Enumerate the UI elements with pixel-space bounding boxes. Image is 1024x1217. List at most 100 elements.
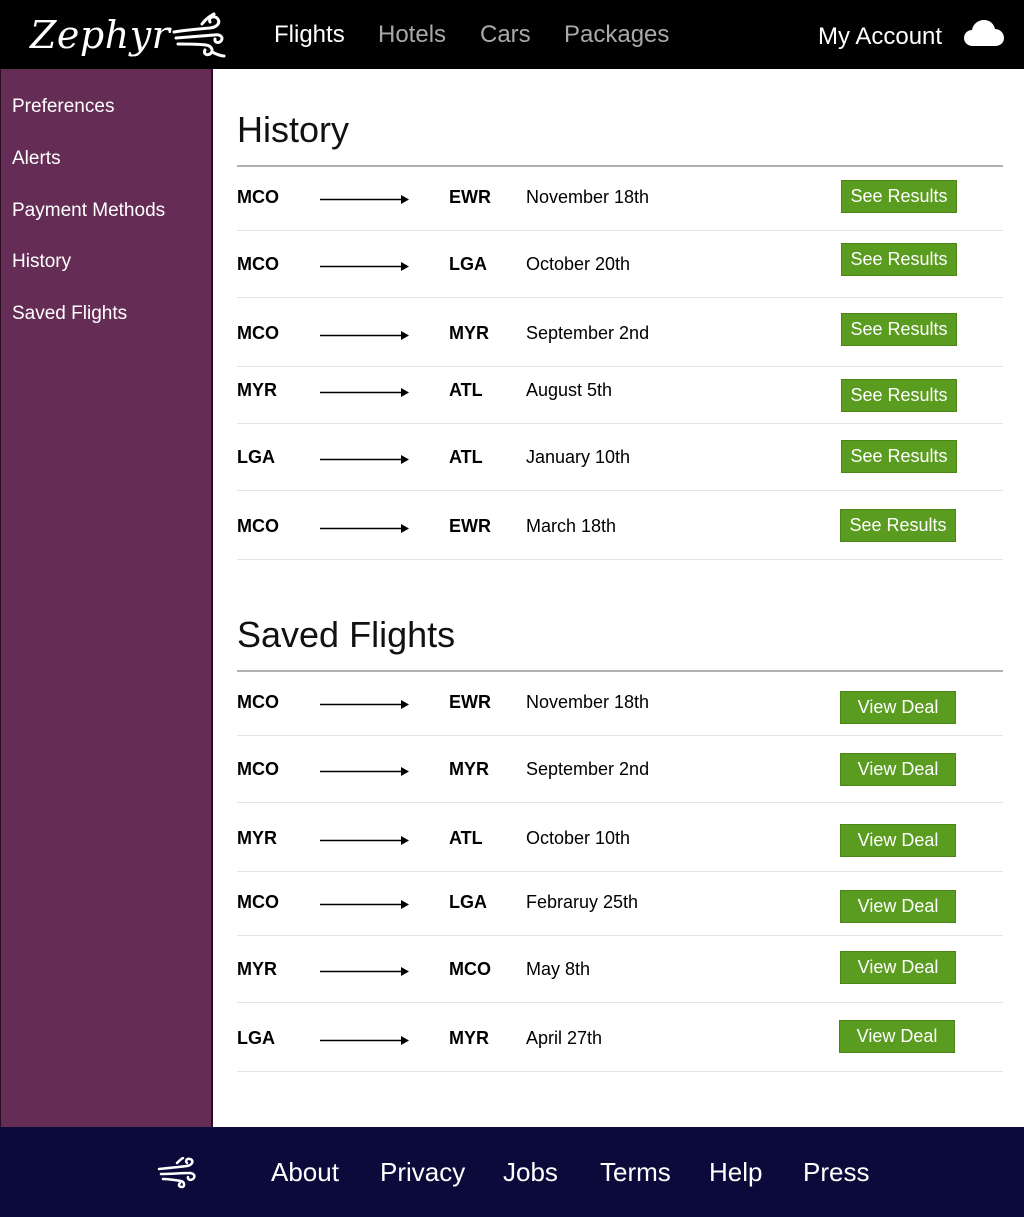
nav-cars-container: Cars <box>480 0 531 69</box>
arrow-right-icon <box>320 700 409 709</box>
origin-code: MCO <box>237 759 279 779</box>
see-results-button[interactable]: See Results <box>840 509 956 542</box>
origin-code: MCO <box>237 323 279 343</box>
arrow-right-icon <box>320 767 409 776</box>
destination-code: MYR <box>449 323 489 343</box>
flight-date: March 18th <box>526 516 617 536</box>
footer-link-jobs[interactable]: Jobs <box>503 1127 558 1217</box>
origin-code: MYR <box>237 828 277 848</box>
row-divider <box>237 735 1003 736</box>
flight-date: October 20th <box>526 254 631 274</box>
arrow-right-icon <box>320 195 409 204</box>
arrow-right-icon <box>320 524 409 533</box>
footer-link-about[interactable]: About <box>271 1127 339 1217</box>
view-deal-button[interactable]: View Deal <box>840 753 956 786</box>
origin-code: MCO <box>237 187 279 207</box>
row-divider <box>237 423 1003 424</box>
footer-link-terms[interactable]: Terms <box>600 1127 671 1217</box>
see-results-button[interactable]: See Results <box>841 379 957 412</box>
brand-name: Zephyr <box>30 13 171 57</box>
flight-date: August 5th <box>526 380 613 400</box>
view-deal-button[interactable]: View Deal <box>839 1020 955 1053</box>
row-divider <box>237 1002 1003 1003</box>
footer-link-privacy[interactable]: Privacy <box>380 1127 465 1217</box>
origin-code: LGA <box>237 1028 275 1048</box>
nav-packages-container: Packages <box>564 0 669 69</box>
flight-date: April 27th <box>526 1028 603 1048</box>
brand-logo[interactable]: Zephyr <box>30 10 226 60</box>
arrow-right-icon <box>320 455 409 464</box>
flight-date: October 10th <box>526 828 631 848</box>
origin-code: MYR <box>237 959 277 979</box>
flight-date: September 2nd <box>526 323 650 343</box>
view-deal-button[interactable]: View Deal <box>840 951 956 984</box>
origin-code: LGA <box>237 447 275 467</box>
arrow-right-icon <box>320 900 409 909</box>
nav-cars[interactable]: Cars <box>480 21 531 49</box>
history-heading: History <box>237 109 350 150</box>
site-footer: About Privacy Jobs Terms Help Press <box>0 1127 1024 1217</box>
footer-link-press[interactable]: Press <box>803 1127 869 1217</box>
arrow-right-icon <box>320 262 409 271</box>
row-divider <box>237 1071 1003 1072</box>
flight-date: January 10th <box>526 447 631 467</box>
row-divider <box>237 935 1003 936</box>
origin-code: MCO <box>237 892 279 912</box>
cloud-icon[interactable] <box>964 17 1004 47</box>
wind-icon <box>172 12 226 58</box>
saved-flights-divider <box>237 670 1003 672</box>
destination-code: MYR <box>449 759 489 779</box>
view-deal-button[interactable]: View Deal <box>840 824 956 857</box>
nav-hotels-container: Hotels <box>378 0 446 69</box>
nav-flights[interactable]: Flights <box>274 21 345 49</box>
sidebar-item-preferences[interactable]: Preferences <box>12 97 114 116</box>
destination-code: ATL <box>449 380 483 400</box>
destination-code: LGA <box>449 892 487 912</box>
nav-flights-container: Flights <box>274 0 345 69</box>
origin-code: MCO <box>237 692 279 712</box>
destination-code: ATL <box>449 447 483 467</box>
arrow-right-icon <box>320 388 409 397</box>
top-header: Zephyr Flights Hotels Cars Packages My A… <box>0 0 1024 69</box>
nav-hotels[interactable]: Hotels <box>378 21 446 49</box>
flight-date: November 18th <box>526 692 650 712</box>
destination-code: ATL <box>449 828 483 848</box>
destination-code: MYR <box>449 1028 489 1048</box>
destination-code: EWR <box>449 187 491 207</box>
row-divider <box>237 297 1003 298</box>
row-divider <box>237 230 1003 231</box>
origin-code: MCO <box>237 516 279 536</box>
destination-code: MCO <box>449 959 491 979</box>
row-divider <box>237 871 1003 872</box>
sidebar-item-payment-methods[interactable]: Payment Methods <box>12 201 165 220</box>
flight-date: Febraruy 25th <box>526 892 639 912</box>
my-account-link[interactable]: My Account <box>818 0 942 74</box>
arrow-right-icon <box>320 1036 409 1045</box>
destination-code: LGA <box>449 254 487 274</box>
row-divider <box>237 559 1003 560</box>
see-results-button[interactable]: See Results <box>841 313 957 346</box>
row-divider <box>237 802 1003 803</box>
arrow-right-icon <box>320 331 409 340</box>
sidebar-item-alerts[interactable]: Alerts <box>12 149 61 168</box>
see-results-button[interactable]: See Results <box>841 243 957 276</box>
origin-code: MCO <box>237 254 279 274</box>
destination-code: EWR <box>449 692 491 712</box>
flight-date: November 18th <box>526 187 650 207</box>
nav-packages[interactable]: Packages <box>564 21 669 49</box>
row-divider <box>237 490 1003 491</box>
destination-code: EWR <box>449 516 491 536</box>
flight-date: September 2nd <box>526 759 650 779</box>
arrow-right-icon <box>320 836 409 845</box>
sidebar-item-saved-flights[interactable]: Saved Flights <box>12 304 127 323</box>
saved-flights-heading: Saved Flights <box>237 614 456 655</box>
see-results-button[interactable]: See Results <box>841 440 957 473</box>
sidebar-item-history[interactable]: History <box>12 252 71 271</box>
account-sidebar: Preferences Alerts Payment Methods Histo… <box>0 69 213 1127</box>
footer-link-help[interactable]: Help <box>709 1127 762 1217</box>
view-deal-button[interactable]: View Deal <box>840 890 956 923</box>
view-deal-button[interactable]: View Deal <box>840 691 956 724</box>
wind-icon <box>157 1157 196 1189</box>
history-divider <box>237 165 1003 167</box>
see-results-button[interactable]: See Results <box>841 180 957 213</box>
